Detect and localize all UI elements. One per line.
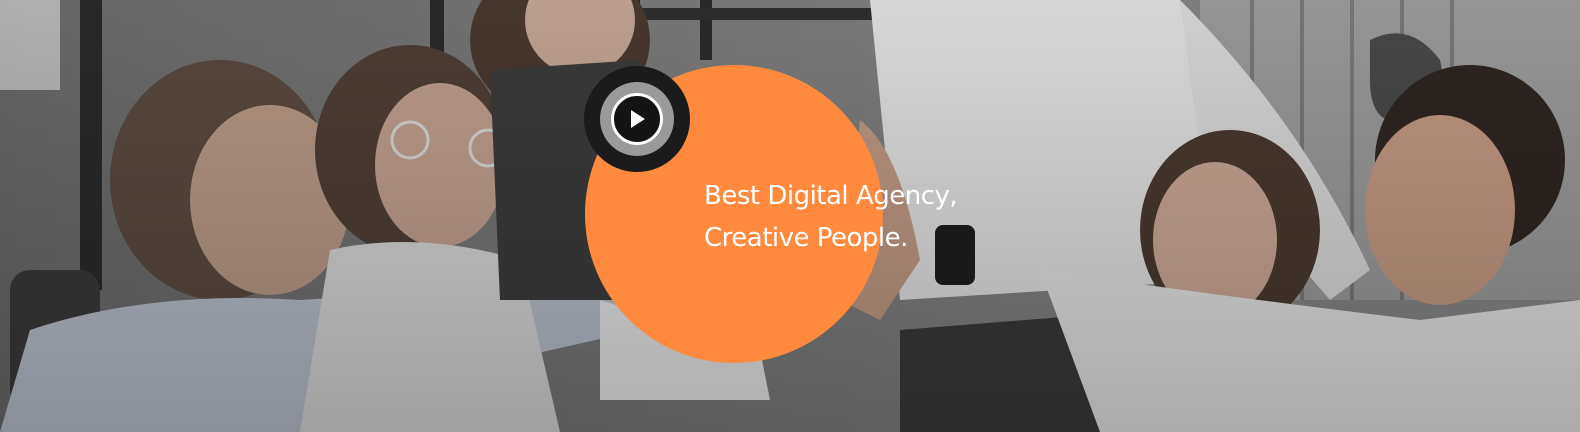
play-button-ring [600,82,674,156]
headline-line-1: Best Digital Agency, [704,181,958,211]
hero-banner: Best Digital Agency, Creative People. [0,0,1580,432]
hero-headline: Best Digital Agency, Creative People. [704,175,958,259]
headline-line-2: Creative People. [704,223,908,253]
play-icon [611,93,663,145]
play-video-button[interactable] [584,66,690,172]
